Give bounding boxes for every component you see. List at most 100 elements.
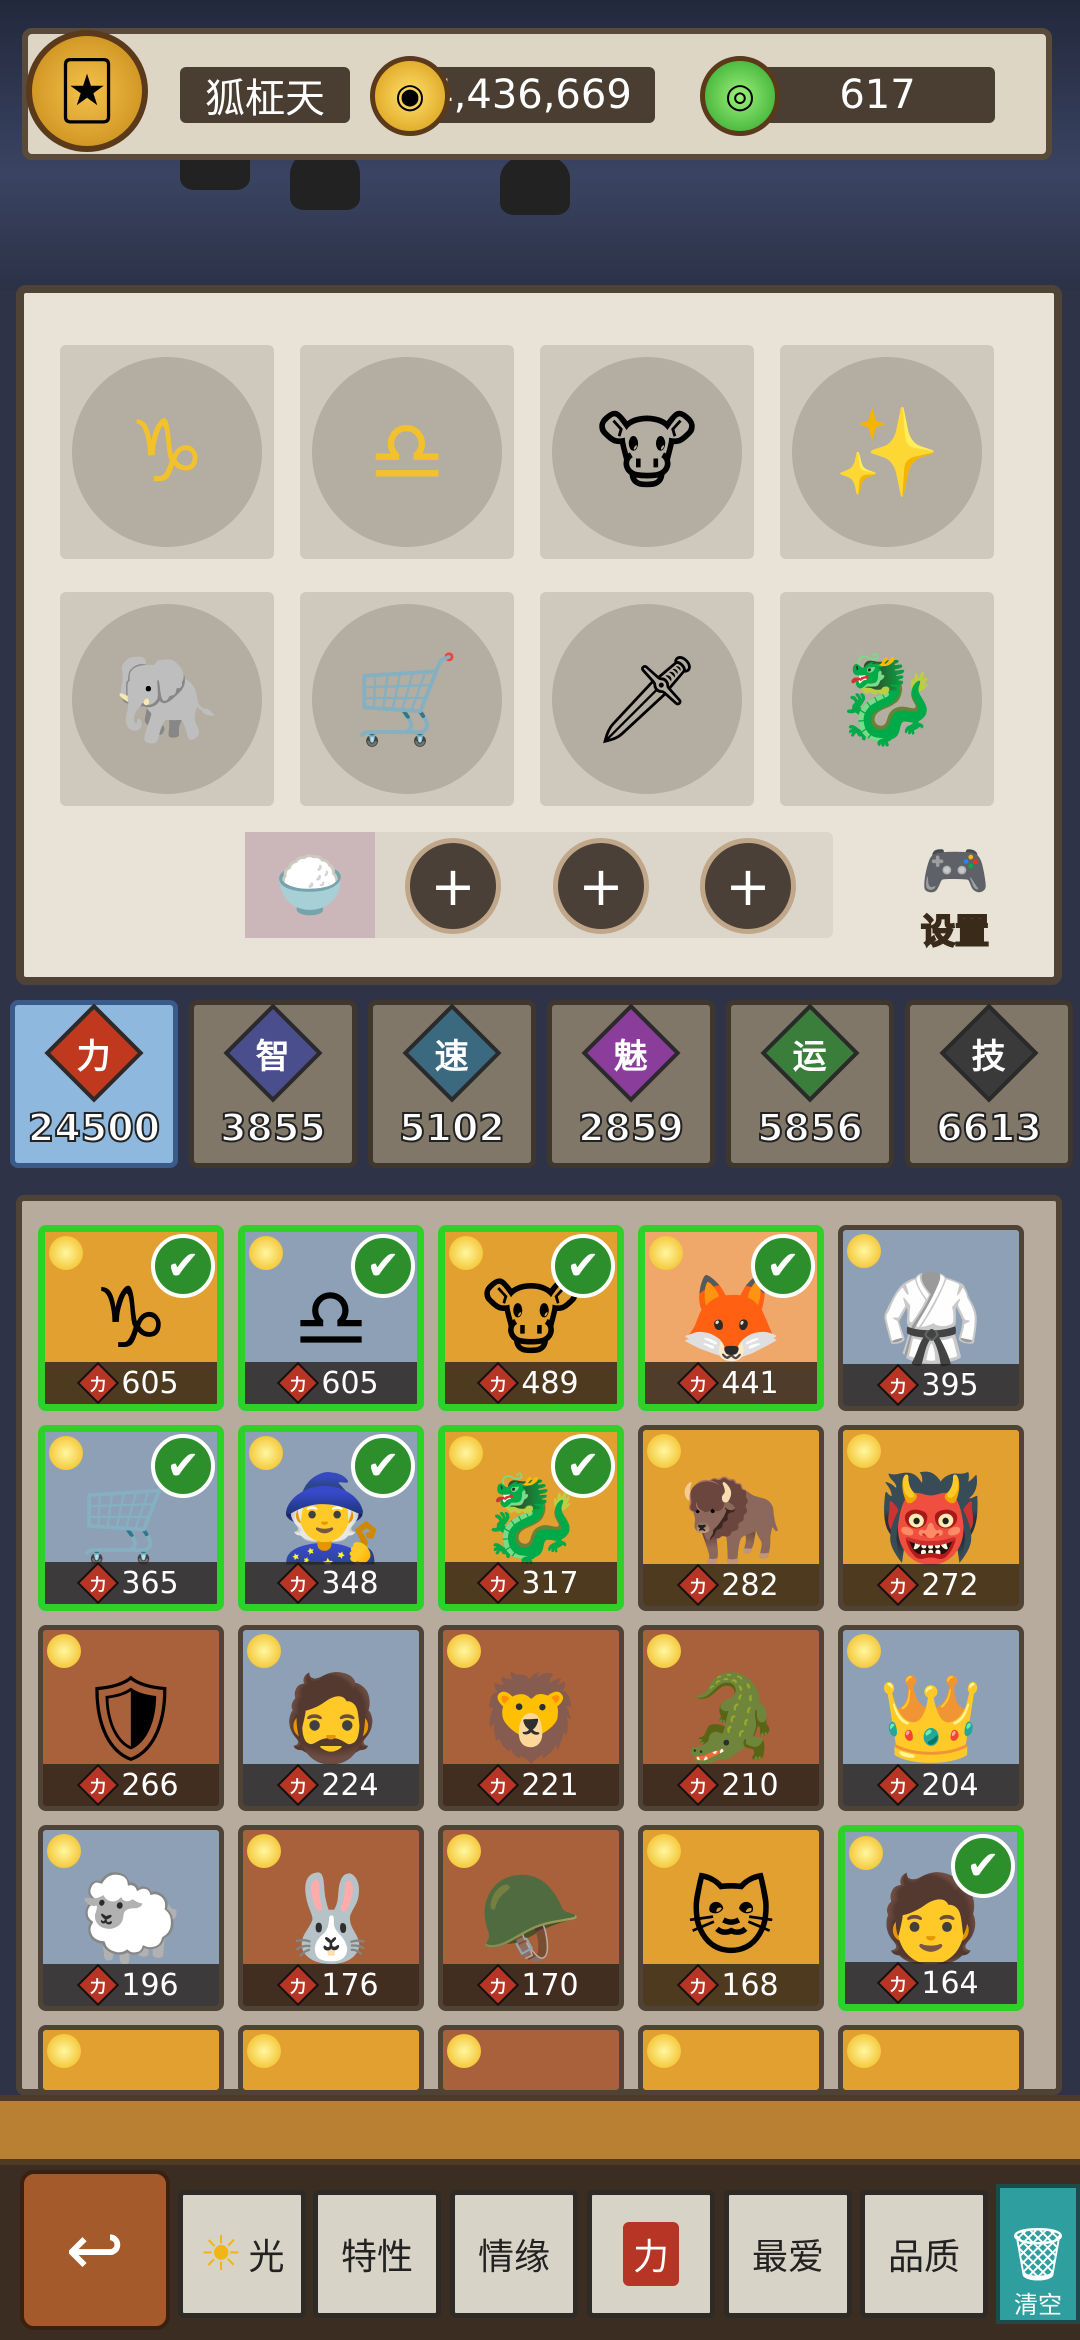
power-bar: 力 282 [643,1563,819,1606]
add-pet-button[interactable]: + [405,838,501,934]
player-avatar[interactable]: 🃏 [26,30,148,152]
team-slot[interactable]: ✨ [780,345,994,559]
sun-icon [847,1634,881,1668]
strength-glyph: 力 [290,1776,307,1796]
hero-card[interactable]: 🦊 力 441 ✔ [638,1225,824,1411]
stat-tab[interactable]: 魅 2859 [547,1000,715,1168]
power-bar: 力 164 [845,1961,1017,2004]
hero-card[interactable]: 🐑 力 196 [38,1825,224,2011]
hero-card[interactable]: 🥋 力 395 [838,1225,1024,1411]
player-name: 狐柾天 [180,67,350,123]
power-bar: 力 489 [445,1361,617,1404]
stat-tab[interactable]: 速 5102 [368,1000,536,1168]
sun-icon [47,1834,81,1868]
sun-icon [447,1834,481,1868]
hero-card[interactable]: 🐉 力 317 ✔ [438,1425,624,1611]
hero-card[interactable]: 🐱 力 168 [638,1825,824,2011]
stat-diamond-icon: 力 [44,1003,144,1103]
team-slot[interactable]: ♎ [300,345,514,559]
hero-card[interactable]: 🧙 力 348 ✔ [238,1425,424,1611]
filter-button[interactable]: 最爱 [724,2190,852,2318]
rice-bowl-icon[interactable]: 🍚 [245,832,375,938]
power-bar: 力 317 [445,1561,617,1604]
power-bar: 力 266 [43,1763,219,1806]
filter-button[interactable]: ☀ 光 [178,2190,306,2318]
strength-icon: 力 [877,1961,920,2004]
hero-card[interactable]: 🧔 力 224 [238,1625,424,1811]
filter-label: 最爱 [751,2237,824,2278]
power-value: 605 [321,1365,379,1401]
team-slot[interactable]: 🐮 [540,345,754,559]
hero-card[interactable]: 🐮 力 489 ✔ [438,1225,624,1411]
strength-icon: 力 [477,1963,520,2006]
hero-card[interactable] [638,2025,824,2095]
hero-portrait: 🐮 [552,357,742,547]
strength-glyph: 力 [290,1574,307,1594]
stat-tab[interactable]: 技 6613 [905,1000,1073,1168]
power-value: 210 [721,1767,779,1803]
hero-card[interactable]: 🐰 力 176 [238,1825,424,2011]
team-slot[interactable]: 🛒 [300,592,514,806]
hero-card[interactable] [838,2025,1024,2095]
settings-button[interactable]: 🎮 设置 [900,839,1010,953]
power-bar: 力 176 [243,1963,419,2006]
sun-icon [649,1236,683,1270]
stat-tab[interactable]: 智 3855 [189,1000,357,1168]
hero-card[interactable]: 🪖 力 170 [438,1825,624,2011]
stat-value: 5102 [398,1105,506,1151]
stat-tab[interactable]: 运 5856 [726,1000,894,1168]
filter-button[interactable]: 品质 [860,2190,988,2318]
stat-tab[interactable]: 力 24500 [10,1000,178,1168]
power-value: 365 [121,1565,179,1601]
hero-card[interactable]: 🛡 力 266 [38,1625,224,1811]
power-bar: 力 204 [843,1763,1019,1806]
filter-button[interactable]: 特性 [313,2190,441,2318]
sun-icon [847,1434,881,1468]
add-pet-button[interactable]: + [700,838,796,934]
hero-card[interactable] [38,2025,224,2095]
hero-card[interactable]: 👑 力 204 [838,1625,1024,1811]
sun-icon [647,1634,681,1668]
back-button[interactable]: ↩ [20,2170,170,2330]
strength-icon: 力 [477,1361,520,1404]
filter-label: 特性 [340,2237,413,2278]
hero-card[interactable] [238,2025,424,2095]
add-pet-button[interactable]: + [553,838,649,934]
hero-card[interactable]: ♎ 力 605 ✔ [238,1225,424,1411]
shadow-monster-icon [500,155,570,215]
slot-glyph: ♎ [368,402,446,502]
sun-icon [647,1834,681,1868]
hero-card[interactable]: 🦁 力 221 [438,1625,624,1811]
filter-label: 力 [622,2222,679,2286]
team-slot[interactable]: 🐉 [780,592,994,806]
strength-icon: 力 [877,1763,920,1806]
hero-card[interactable]: 👹 力 272 [838,1425,1024,1611]
gold-coin-icon: ◉ [370,56,450,136]
team-slot[interactable]: 🐘 [60,592,274,806]
clear-button[interactable]: 🗑 清空 [996,2184,1080,2324]
team-slot[interactable]: 🗡 [540,592,754,806]
hero-card[interactable]: 🛒 力 365 ✔ [38,1425,224,1611]
strength-glyph: 力 [690,1576,707,1596]
strength-icon: 力 [77,1763,120,1806]
power-bar: 力 210 [643,1763,819,1806]
sun-icon: ☀ [199,2226,243,2282]
sun-icon [47,2034,81,2068]
stat-value: 5856 [756,1105,864,1151]
check-icon: ✔ [551,1434,615,1498]
power-bar: 力 395 [843,1363,1019,1406]
strength-icon: 力 [277,1963,320,2006]
team-slot[interactable]: ♑ [60,345,274,559]
sun-icon [447,2034,481,2068]
hero-card[interactable]: 🦬 力 282 [638,1425,824,1611]
hero-card[interactable]: 🐊 力 210 [638,1625,824,1811]
sun-icon [249,1436,283,1470]
power-value: 196 [121,1967,179,2003]
stat-value: 6613 [935,1105,1043,1151]
filter-button[interactable]: 力 [587,2190,715,2318]
hero-card[interactable]: ♑ 力 605 ✔ [38,1225,224,1411]
filter-button[interactable]: 情缘 [450,2190,578,2318]
hero-card[interactable]: 🧑 力 164 ✔ [838,1825,1024,2011]
sun-icon [249,1236,283,1270]
hero-card[interactable] [438,2025,624,2095]
